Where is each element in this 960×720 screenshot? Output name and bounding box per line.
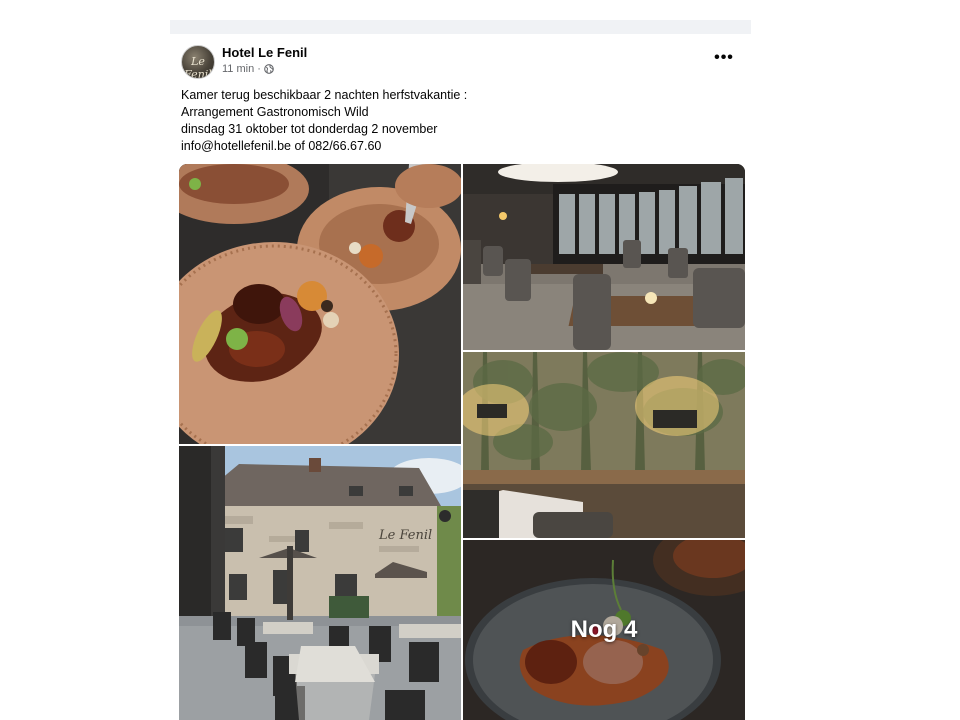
post-time-link[interactable]: 11 min (222, 63, 254, 75)
page: Le Fenil Hotel Le Fenil 11 min · ••• Kam… (0, 0, 960, 720)
photo-dining-room[interactable] (463, 164, 745, 350)
globe-icon[interactable] (264, 64, 274, 74)
photo-hotel-room[interactable] (463, 352, 745, 538)
sign-text: Le Fenil (378, 528, 432, 543)
photo-more-dishes[interactable]: Nog 4 (463, 540, 745, 720)
post-text-line: Arrangement Gastronomisch Wild (181, 105, 369, 119)
photo-hotel-exterior[interactable]: Le Fenil (179, 446, 461, 720)
post-meta: 11 min · (222, 63, 274, 75)
more-horizontal-icon: ••• (714, 49, 734, 66)
avatar-logo-text: Le Fenil (184, 55, 212, 79)
post-text-line: dinsdag 31 oktober tot donderdag 2 novem… (181, 122, 438, 136)
feed-separator (170, 20, 751, 34)
more-photos-overlay[interactable]: Nog 4 (463, 540, 745, 720)
post-options-button[interactable]: ••• (710, 48, 738, 68)
post-text-line: info@hotellefenil.be of 082/66.67.60 (181, 139, 382, 153)
post-message: Kamer terug beschikbaar 2 nachten herfst… (181, 87, 741, 155)
post-text-line: Kamer terug beschikbaar 2 nachten herfst… (181, 88, 468, 102)
page-avatar[interactable]: Le Fenil (181, 45, 215, 79)
meta-separator: · (257, 63, 261, 75)
page-name-link[interactable]: Hotel Le Fenil (222, 45, 307, 60)
photo-plated-dishes[interactable] (179, 164, 461, 444)
post-card: Le Fenil Hotel Le Fenil 11 min · ••• Kam… (170, 34, 751, 720)
more-photos-label: Nog 4 (570, 616, 638, 643)
